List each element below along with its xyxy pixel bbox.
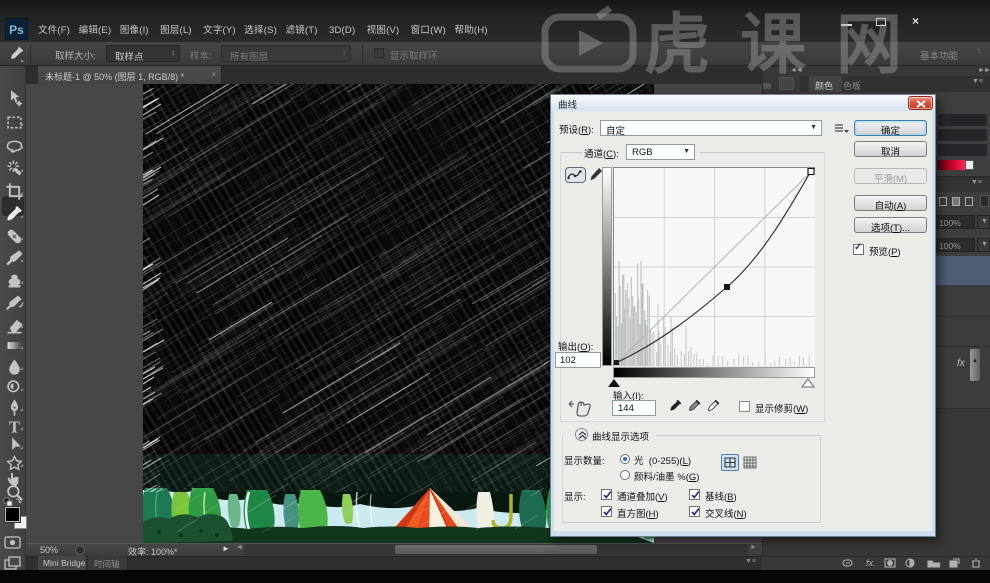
svg-text:虎课网: 虎课网 [644, 7, 932, 78]
svg-text:T: T [9, 417, 20, 436]
svg-text:fx.: fx. [866, 558, 876, 568]
